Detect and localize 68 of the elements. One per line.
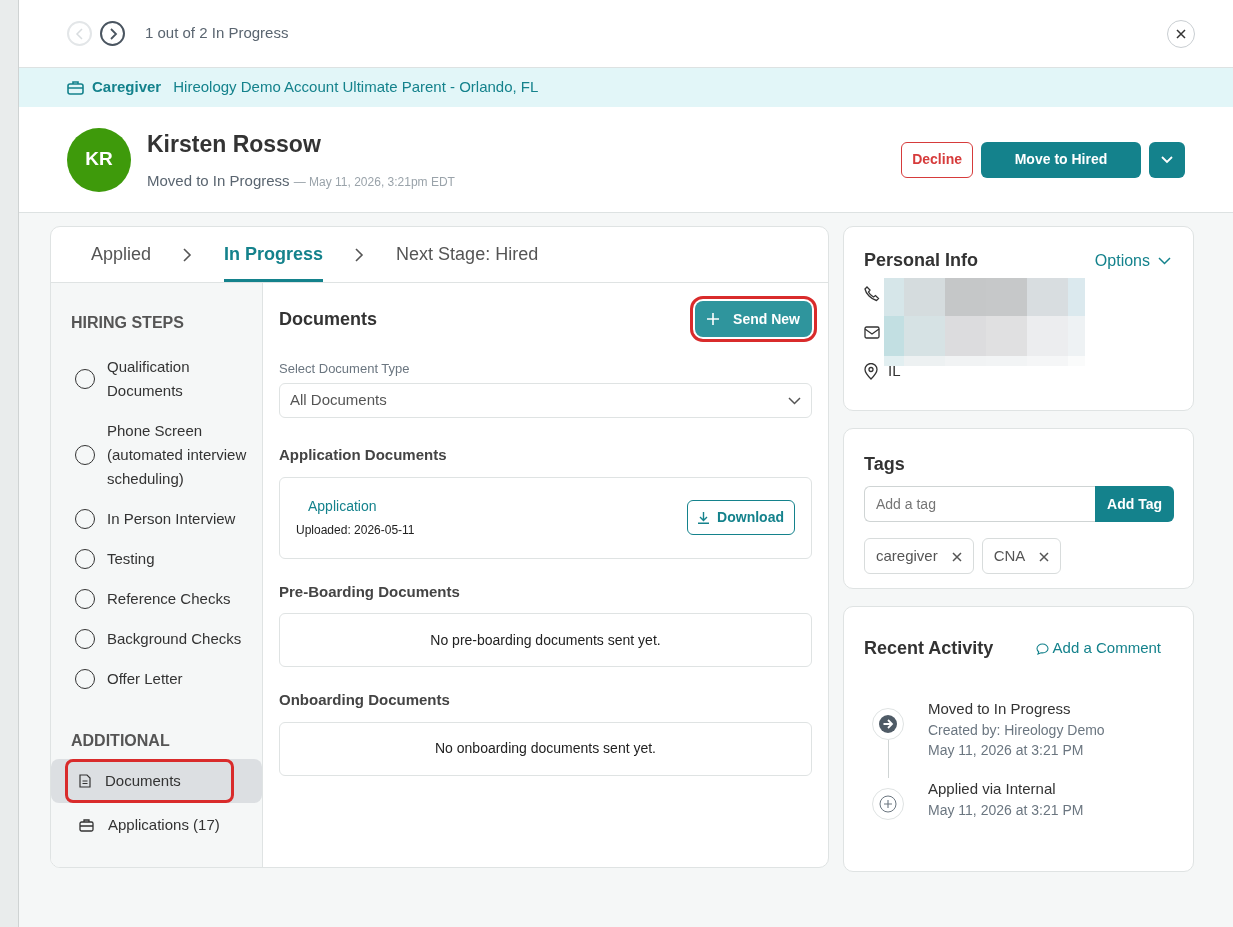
job-location: Hireology Demo Account Ultimate Parent - Orlando, FL [173,77,539,98]
empty-message: No pre-boarding documents sent yet. [279,613,812,667]
step-label[interactable]: In Person Interview [107,507,236,531]
briefcase-icon [79,818,94,832]
options-button[interactable]: Options [1094,248,1171,273]
section-heading: HIRING STEPS [70,313,185,333]
section-heading: Application Documents [279,445,448,465]
dropdown-button[interactable] [1149,141,1185,178]
step-label[interactable]: Offer Letter [107,667,183,691]
activity-detail: Created by: Hireology Demo [928,721,1105,740]
step-label[interactable]: Background Checks [107,627,242,651]
stage-tab[interactable]: Next Stage: Hired [396,230,539,282]
field-label: Select Document Type [279,360,411,378]
activity-detail: May 11, 2026 at 3:21 PM [928,741,1085,760]
step-label[interactable]: Testing [107,547,155,571]
tag-chip: caregiver [864,538,974,574]
location-text: IL [888,361,901,381]
download-icon [698,511,710,524]
phone-icon [864,286,880,302]
move-button[interactable]: Move to Hired [981,141,1141,178]
section-heading: Onboarding Documents [279,690,451,710]
caret-icon [1158,256,1171,265]
job-title: Caregiver [92,77,162,98]
document-icon [79,774,91,788]
add-comment-link[interactable]: Add a Comment [1035,637,1161,660]
card-title: Recent Activity [864,637,994,660]
caret-icon [1161,156,1173,165]
step-label[interactable]: Reference Checks [107,587,231,611]
close-icon [1039,551,1050,562]
chevron-left-icon [73,27,86,40]
empty-message: No onboarding documents sent yet. [279,721,812,776]
download-button[interactable]: Download [687,500,795,535]
chevron-icon [355,247,365,262]
tag-input[interactable]: Add a tag [864,486,1096,522]
tag-chip: CNA [981,538,1062,574]
step-label[interactable]: Phone Screen (automated interview scheduling) [107,419,262,491]
avatar: KR [67,127,131,192]
card-title: Personal Info [864,249,979,272]
comment-icon [1035,642,1049,655]
step-label[interactable]: Qualification Documents [107,355,262,403]
briefcase-icon [67,80,84,95]
candidate-status: Moved to In Progress — May 11, 2026, 3:21pm EDT [147,170,455,191]
caret-icon [788,396,801,405]
document-link[interactable]: Application [308,496,415,517]
chevron-icon [183,247,193,262]
activity-title: Applied via Internal [928,779,1057,799]
plus-icon [872,788,904,820]
location-pin-icon [864,362,878,380]
decline-button[interactable]: Decline [901,141,973,178]
plus-icon [707,313,720,325]
sidebar-item[interactable]: Applications (17) [51,803,262,847]
section-heading: ADDITIONAL [70,731,171,751]
candidate-name: Kirsten Rossow [147,130,322,159]
close-icon [1176,28,1186,39]
close-icon [951,551,962,562]
document-type-select[interactable]: All Documents [279,383,812,418]
section-title: Documents [279,307,377,331]
section-heading: Pre-Boarding Documents [279,581,461,602]
activity-detail: May 11, 2026 at 3:21 PM [928,801,1084,820]
upload-date: Uploaded: 2026-05-11 [296,522,415,539]
activity-title: Moved to In Progress [928,699,1072,719]
add-tag-button[interactable]: Add Tag [1095,486,1174,522]
stage-tab[interactable]: Applied [91,230,152,282]
mail-icon [864,326,880,339]
close-button[interactable] [1167,19,1195,48]
card-title: Tags [864,453,906,476]
next-button[interactable] [100,21,125,46]
pager-text: 1 out of 2 In Progress [145,23,289,44]
